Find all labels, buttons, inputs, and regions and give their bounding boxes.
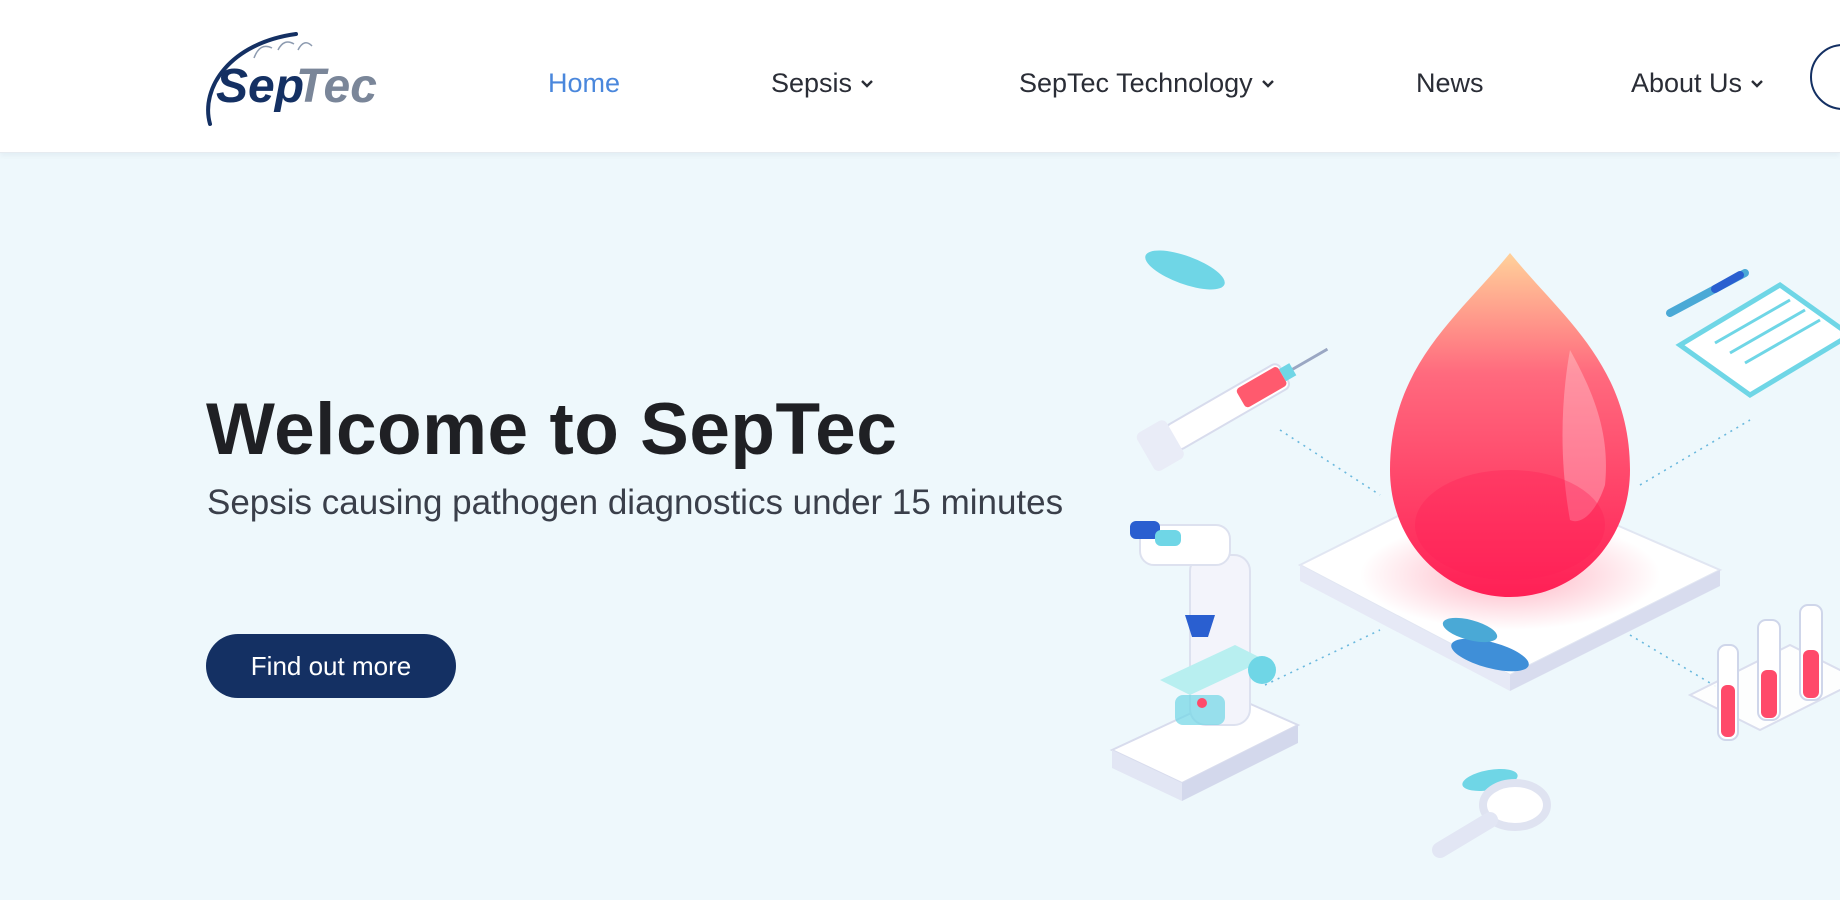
- nav-item-sepsis[interactable]: Sepsis: [771, 68, 874, 99]
- nav-item-news[interactable]: News: [1416, 68, 1484, 99]
- microscope: [1109, 521, 1301, 801]
- nav-label-news: News: [1416, 68, 1484, 98]
- clipboard: [1666, 269, 1840, 398]
- nav-label-sepsis: Sepsis: [771, 68, 853, 98]
- nav-item-home[interactable]: Home: [548, 68, 620, 99]
- search-icon[interactable]: [1810, 44, 1840, 110]
- nav-label-septec-technology: SepTec Technology: [1019, 68, 1253, 98]
- hero-title: Welcome to SepTec: [206, 389, 898, 470]
- find-out-more-button[interactable]: Find out more: [206, 634, 456, 698]
- syringe: [1136, 347, 1329, 471]
- chevron-down-icon: [1751, 79, 1763, 88]
- test-tubes: [1687, 604, 1840, 741]
- svg-text:Tec: Tec: [296, 60, 377, 113]
- chevron-down-icon: [861, 79, 873, 88]
- chevron-down-icon: [1261, 79, 1274, 88]
- nav-label-home: Home: [548, 68, 621, 98]
- nav-label-about-us: About Us: [1631, 68, 1743, 98]
- lab-illustration: [1109, 250, 1840, 858]
- top-navigation-bar: Sep Tec Home Sepsis SepTec Technology Ne…: [0, 0, 1840, 153]
- septec-logo: Sep Tec: [206, 32, 377, 126]
- blood-drop: [1390, 253, 1630, 597]
- hero-subtitle: Sepsis causing pathogen diagnostics unde…: [207, 483, 1064, 522]
- nav-item-septec-technology[interactable]: SepTec Technology: [1019, 68, 1275, 99]
- svg-text:Sep: Sep: [216, 60, 304, 113]
- nav-item-about-us[interactable]: About Us: [1631, 68, 1764, 99]
- magnifier: [1432, 779, 1551, 858]
